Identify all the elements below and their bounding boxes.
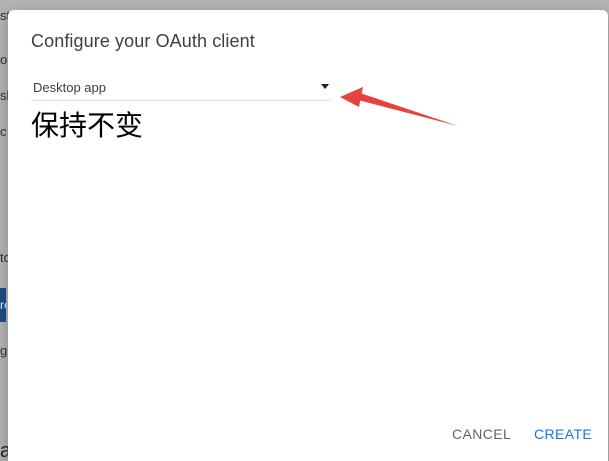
background-text: g (0, 343, 8, 358)
background-button-label: re (0, 298, 6, 312)
application-type-select[interactable]: Desktop app (31, 76, 331, 101)
create-button[interactable]: CREATE (528, 422, 598, 446)
cancel-button[interactable]: CANCEL (446, 422, 517, 446)
annotation-text: 保持不变 (31, 109, 144, 142)
background-button: re (0, 288, 6, 322)
background-text: o (0, 52, 8, 67)
dialog-title: Configure your OAuth client (31, 31, 255, 51)
application-type-value: Desktop app (33, 80, 106, 95)
dropdown-arrow-icon (321, 84, 329, 89)
oauth-client-dialog: Configure your OAuth client Desktop app … (8, 10, 608, 461)
background-text: c (0, 124, 7, 139)
